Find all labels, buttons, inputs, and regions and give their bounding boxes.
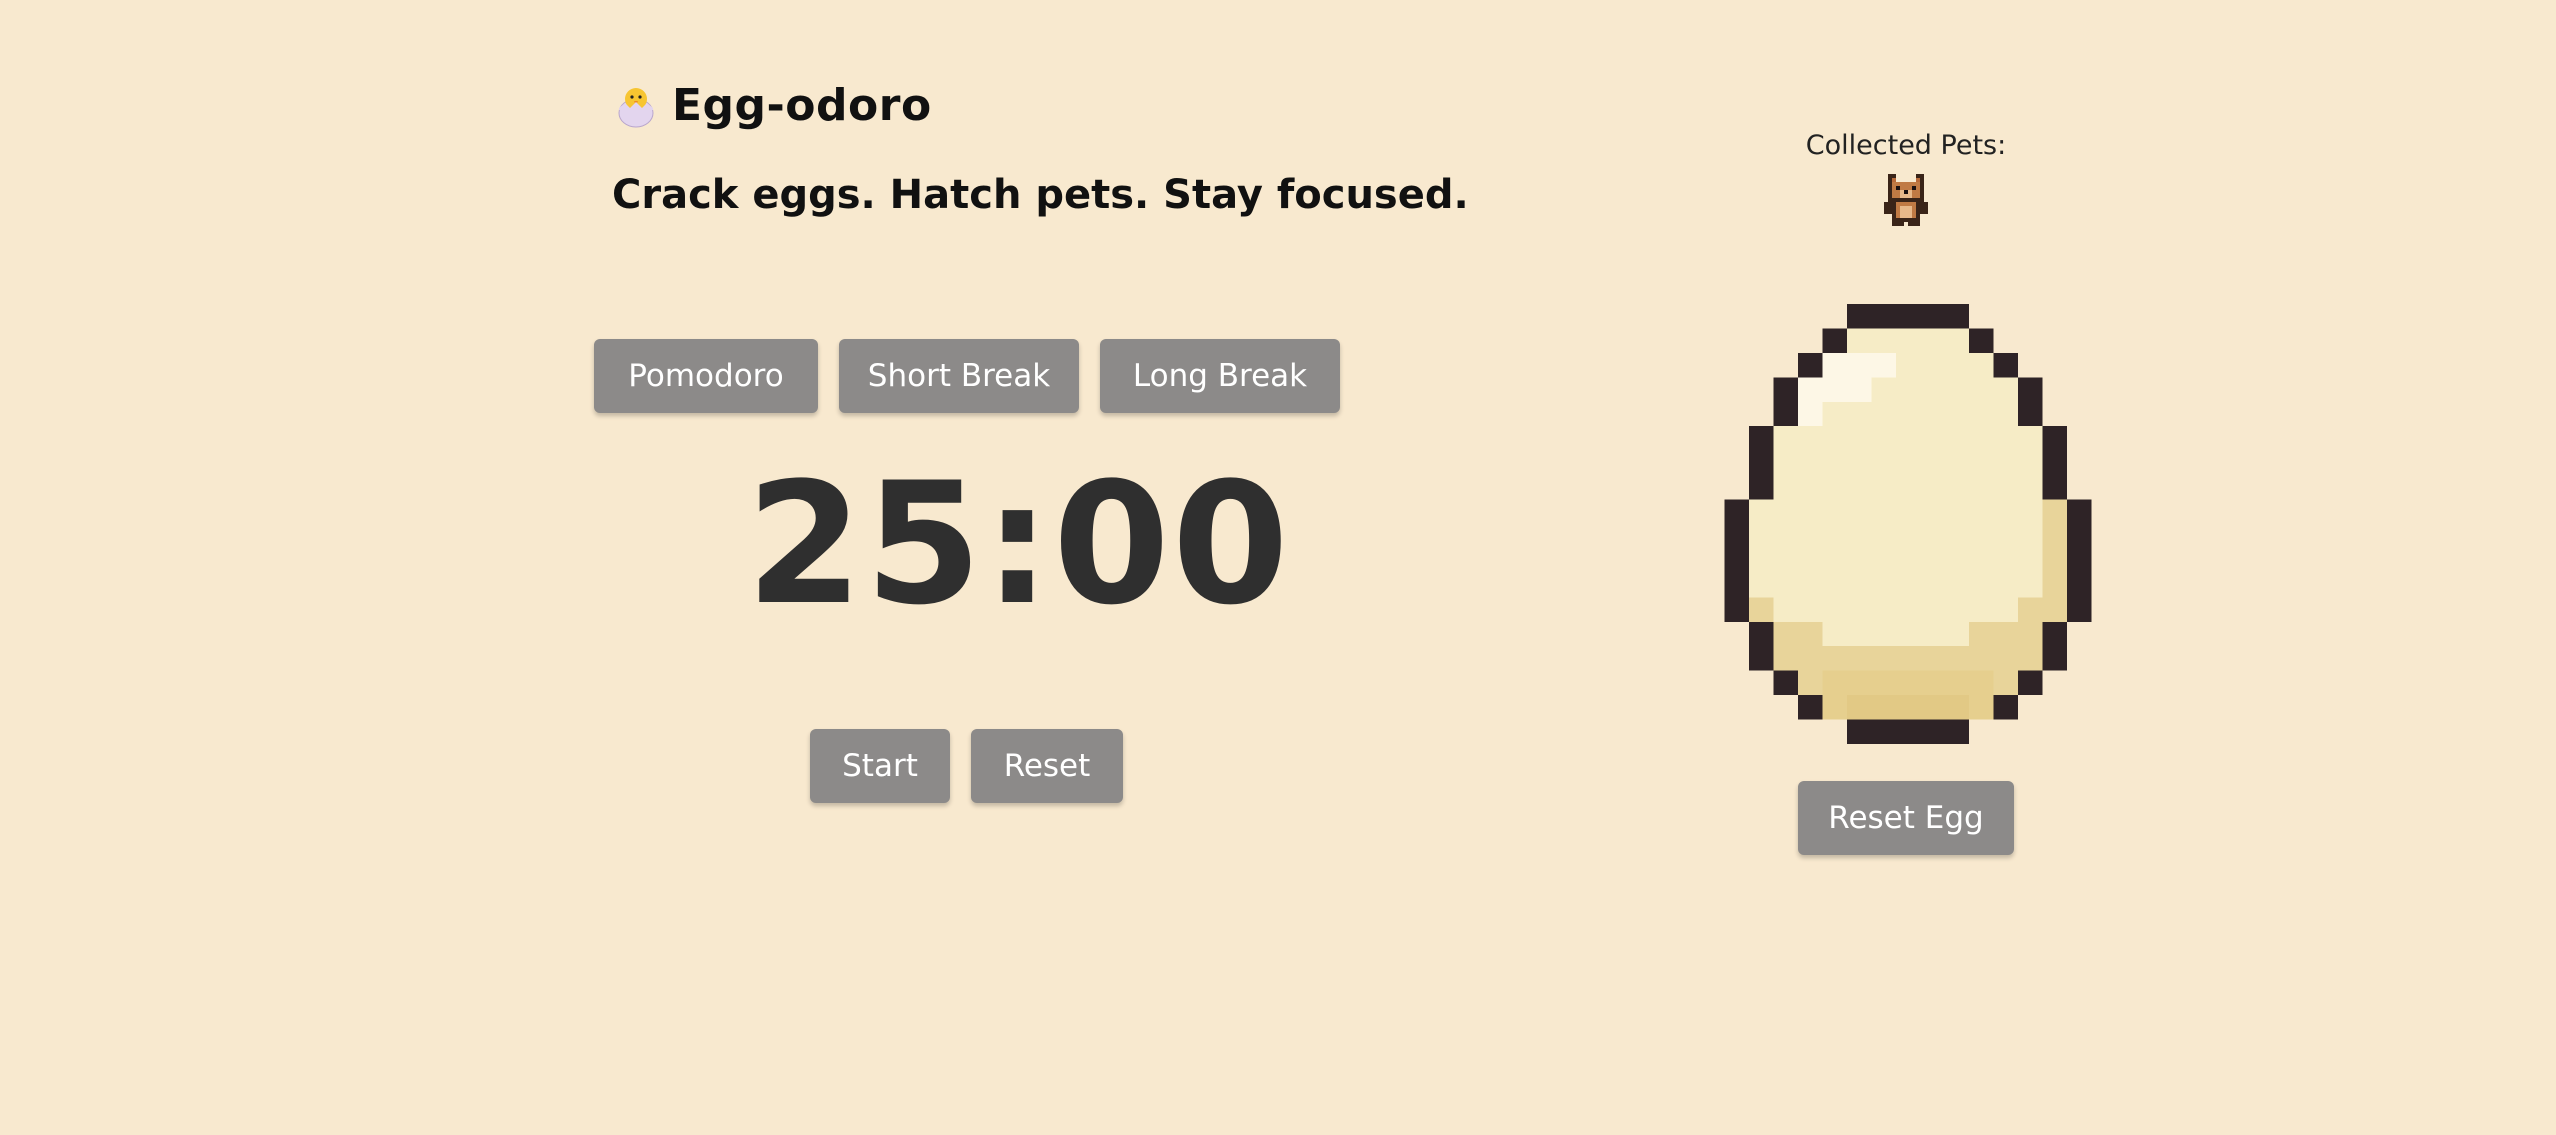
collected-pets-label: Collected Pets: [1805,130,2007,161]
short-break-button[interactable]: Short Break [839,339,1079,413]
bear-pet-icon [1884,174,1928,226]
pomodoro-button[interactable]: Pomodoro [594,339,818,413]
pixel-egg-icon [1724,304,2092,744]
egg-panel: Collected Pets: Reset Egg [1700,120,2112,880]
tagline: Crack eggs. Hatch pets. Stay focused. [612,172,1469,218]
timer-display: 25:00 [746,446,1291,642]
hatching-chick-icon [618,87,654,127]
long-break-button[interactable]: Long Break [1100,339,1340,413]
reset-button[interactable]: Reset [971,729,1123,803]
collected-pets-list [1700,174,2112,226]
start-button[interactable]: Start [810,729,950,803]
timer-controls: Start Reset [810,729,1123,803]
mode-selector: Pomodoro Short Break Long Break [594,339,1340,413]
reset-egg-button[interactable]: Reset Egg [1798,781,2014,855]
app-title: Egg-odoro [672,80,932,131]
timer-panel: Egg-odoro Crack eggs. Hatch pets. Stay f… [594,60,1494,860]
brand: Egg-odoro [614,80,932,131]
